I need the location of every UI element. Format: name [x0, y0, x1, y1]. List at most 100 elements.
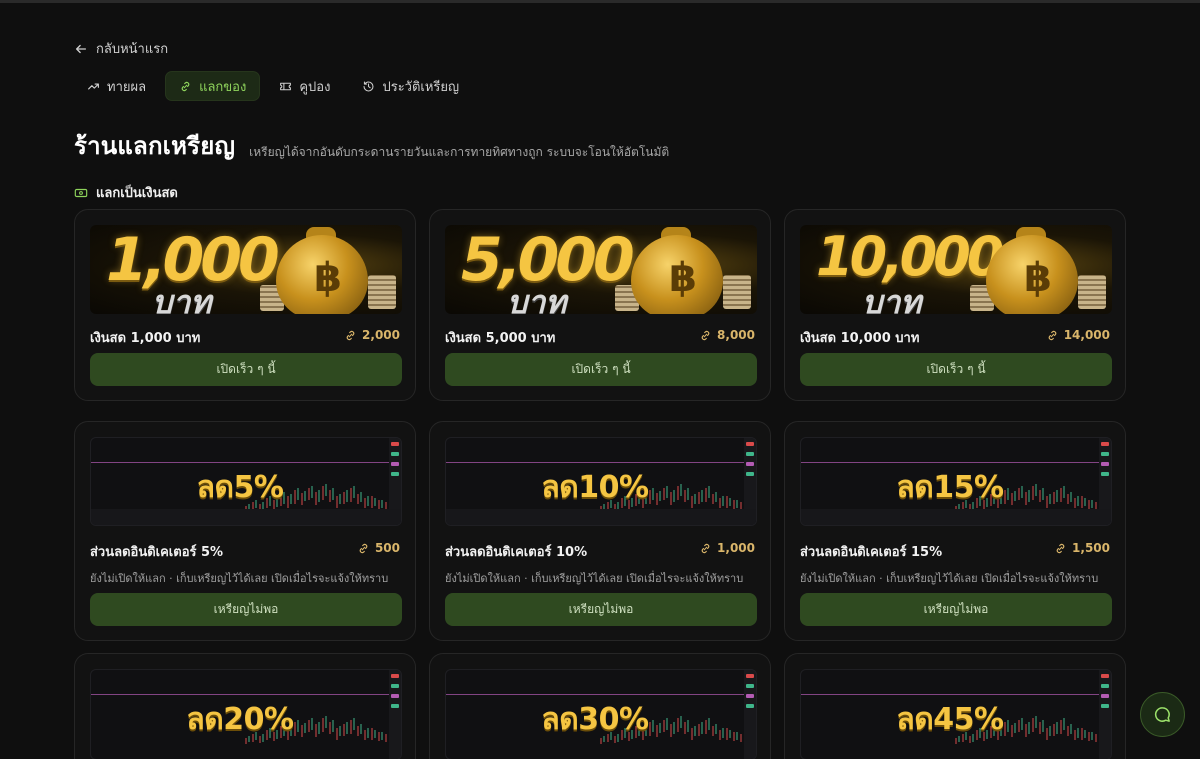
reward-card: ลด30%	[429, 653, 771, 759]
reward-cost: 500	[357, 541, 400, 555]
page-title: ร้านแลกเหรียญ	[74, 132, 236, 160]
reward-image: ลด10%	[445, 437, 757, 526]
price-axis	[1099, 670, 1111, 759]
discount-label: ลด5%	[196, 470, 284, 505]
tab-coupon[interactable]: คูปอง	[266, 71, 343, 101]
reward-image: 5,000 บาท ฿	[445, 225, 757, 314]
reward-cost: 2,000	[344, 328, 400, 342]
discount-label: ลด45%	[896, 702, 1004, 737]
cost-value: 1,000	[717, 541, 755, 555]
trend-icon	[88, 82, 99, 90]
discount-label: ลด30%	[541, 702, 649, 737]
image-unit: บาท	[507, 283, 567, 314]
time-axis	[801, 509, 1111, 525]
insufficient-coins-button[interactable]: เหรียญไม่พอ	[445, 593, 757, 626]
cost-value: 2,000	[362, 328, 400, 342]
back-link[interactable]: กลับหน้าแรก	[74, 38, 168, 59]
reward-card: ลด15% ส่วนลดอินดิเคเตอร์ 15% 1,500 ยังไม…	[784, 421, 1126, 641]
top-border	[0, 0, 1200, 3]
coin-icon	[701, 330, 710, 340]
chart-line	[801, 694, 1099, 695]
coming-soon-button[interactable]: เปิดเร็ว ๆ นี้	[800, 353, 1112, 386]
baht-symbol: ฿	[314, 255, 342, 301]
coin-icon	[701, 543, 710, 553]
reward-name: เงินสด 10,000 บาท	[800, 331, 920, 346]
link-icon	[181, 81, 190, 91]
reward-name: ส่วนลดอินดิเคเตอร์ 15%	[800, 545, 943, 560]
reward-image: ลด15%	[800, 437, 1112, 526]
tab-predict[interactable]: ทายผล	[74, 71, 159, 101]
cost-value: 500	[374, 541, 400, 555]
reward-card: ลด45%	[784, 653, 1126, 759]
reward-image: ลด45%	[800, 669, 1112, 759]
discount-label: ลด15%	[896, 470, 1004, 505]
tab-label: คูปอง	[299, 79, 331, 95]
discount-label: ลด10%	[541, 470, 649, 505]
page-header: ร้านแลกเหรียญ เหรียญได้จากอันดับกระดานรา…	[74, 126, 669, 165]
coming-soon-button[interactable]: เปิดเร็ว ๆ นี้	[90, 353, 402, 386]
chat-button[interactable]	[1140, 692, 1185, 737]
page-subtitle: เหรียญได้จากอันดับกระดานรายวันและการทายท…	[249, 145, 670, 159]
reward-image: ลด20%	[90, 669, 402, 759]
history-icon	[363, 81, 374, 91]
section-cash-heading: แลกเป็นเงินสด	[74, 182, 178, 203]
image-unit: บาท	[152, 283, 212, 314]
reward-name: เงินสด 1,000 บาท	[90, 331, 201, 346]
reward-card: ลด20%	[74, 653, 416, 759]
cost-value: 1,500	[1072, 541, 1110, 555]
cash-icon	[74, 188, 88, 197]
ticket-icon	[280, 82, 292, 90]
tab-label: ประวัติเหรียญ	[382, 79, 460, 95]
coin-icon	[1048, 330, 1056, 340]
chart-line	[801, 462, 1099, 463]
chart-line	[446, 462, 744, 463]
cash-stack	[368, 275, 396, 309]
chat-icon	[1154, 707, 1170, 722]
section-label: แลกเป็นเงินสด	[96, 186, 178, 201]
baht-symbol: ฿	[1024, 255, 1052, 301]
tab-label: แลกของ	[199, 79, 247, 95]
time-axis	[446, 509, 756, 525]
reward-card: ลด5% ส่วนลดอินดิเคเตอร์ 5% 500 ยังไม่เปิ…	[74, 421, 416, 641]
reward-name: ส่วนลดอินดิเคเตอร์ 5%	[90, 545, 224, 560]
reward-card: 5,000 บาท ฿ เงินสด 5,000 บาท 8,000 เปิดเ…	[429, 209, 771, 401]
tab-bar: ทายผล แลกของ คูปอง ประวัติเหรียญ	[74, 71, 472, 101]
cost-value: 8,000	[717, 328, 755, 342]
tab-label: ทายผล	[107, 79, 147, 95]
reward-cost: 1,500	[1054, 541, 1110, 555]
back-label: กลับหน้าแรก	[96, 42, 169, 57]
price-axis	[744, 670, 756, 759]
coin-icon	[346, 330, 355, 340]
insufficient-coins-button[interactable]: เหรียญไม่พอ	[800, 593, 1112, 626]
reward-cost: 8,000	[699, 328, 755, 342]
image-unit: บาท	[862, 283, 922, 314]
insufficient-coins-button[interactable]: เหรียญไม่พอ	[90, 593, 402, 626]
tab-coin-history[interactable]: ประวัติเหรียญ	[349, 71, 472, 101]
cash-stack	[1078, 275, 1106, 309]
discount-label: ลด20%	[186, 702, 294, 737]
time-axis	[91, 509, 401, 525]
chart-line	[91, 694, 389, 695]
baht-symbol: ฿	[669, 255, 697, 301]
chart-line	[446, 694, 744, 695]
reward-cost: 14,000	[1046, 328, 1110, 342]
coin-icon	[359, 543, 368, 553]
reward-name: ส่วนลดอินดิเคเตอร์ 10%	[445, 545, 588, 560]
reward-cost: 1,000	[699, 541, 755, 555]
coin-icon	[1056, 543, 1065, 553]
reward-name: เงินสด 5,000 บาท	[445, 331, 556, 346]
reward-image: 10,000 บาท ฿	[800, 225, 1112, 314]
tab-redeem[interactable]: แลกของ	[165, 71, 261, 101]
cash-stack	[723, 275, 751, 309]
arrow-left-icon	[75, 44, 87, 53]
reward-card: 1,000 บาท ฿ เงินสด 1,000 บาท 2,000 เปิดเ…	[74, 209, 416, 401]
reward-image: ลด5%	[90, 437, 402, 526]
reward-note: ยังไม่เปิดให้แลก · เก็บเหรียญไว้ได้เลย เ…	[800, 572, 1099, 585]
chart-line	[91, 462, 389, 463]
reward-image: ลด30%	[445, 669, 757, 759]
cost-value: 14,000	[1063, 328, 1110, 342]
coming-soon-button[interactable]: เปิดเร็ว ๆ นี้	[445, 353, 757, 386]
reward-card: ลด10% ส่วนลดอินดิเคเตอร์ 10% 1,000 ยังไม…	[429, 421, 771, 641]
price-axis	[389, 670, 401, 759]
reward-image: 1,000 บาท ฿	[90, 225, 402, 314]
